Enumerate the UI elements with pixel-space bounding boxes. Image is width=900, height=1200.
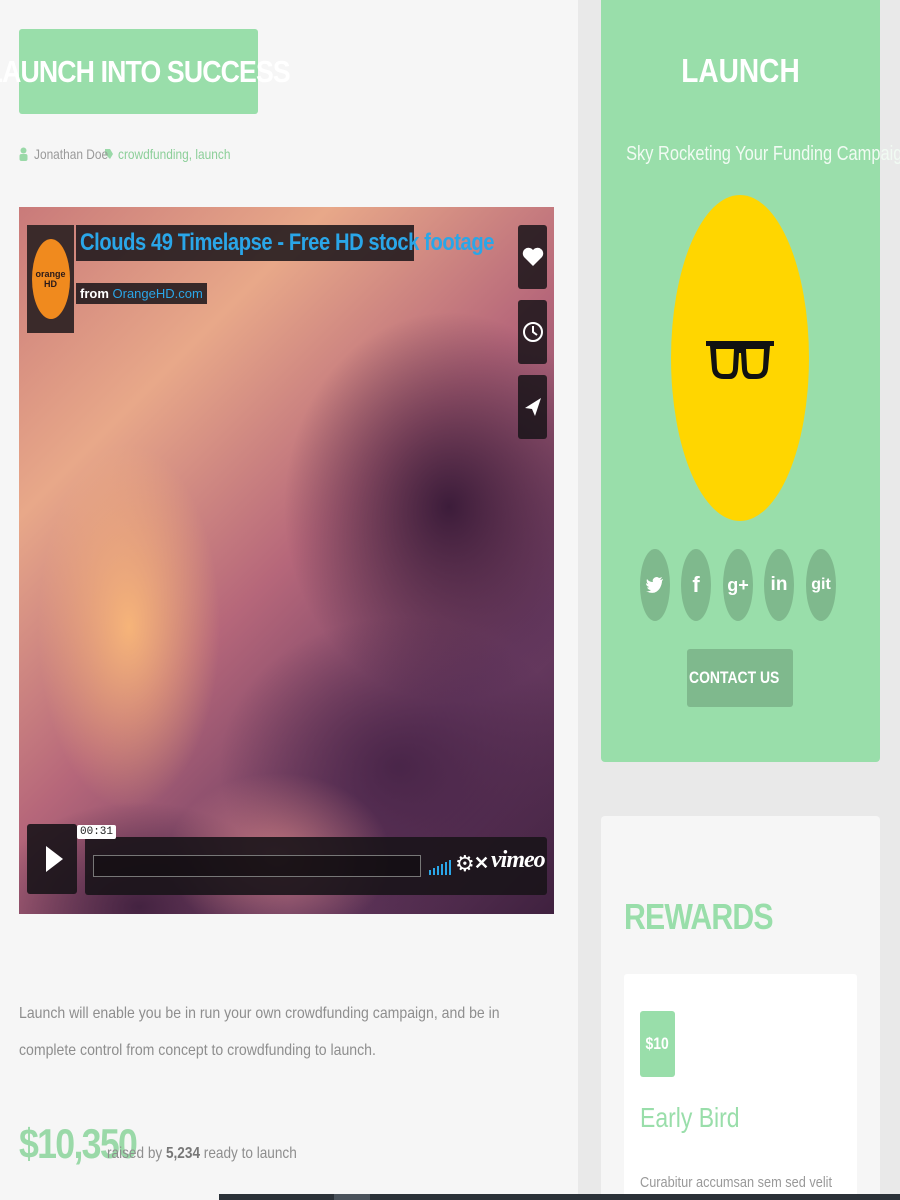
- video-title-box[interactable]: Clouds 49 Timelapse - Free HD stock foot…: [76, 225, 494, 261]
- volume-icon[interactable]: [429, 859, 451, 875]
- watch-later-button[interactable]: [518, 300, 547, 364]
- rewards-heading: REWARDS: [624, 896, 774, 937]
- reward-name[interactable]: Early Bird: [640, 1102, 740, 1134]
- share-button[interactable]: [518, 375, 547, 439]
- post-meta: Jonathan Doe crowdfunding, launch: [19, 143, 250, 165]
- post-title-badge[interactable]: LAUNCH INTO SUCCESS: [0, 29, 291, 114]
- funding-summary: $10,350 raised by 5,234 ready to launch: [19, 1120, 330, 1168]
- twitter-icon: [646, 577, 663, 593]
- raised-amount: $10,350: [19, 1120, 138, 1167]
- reward-description: Curabitur accumsan sem sed velit: [640, 1174, 833, 1191]
- backer-count: 5,234: [165, 1145, 201, 1162]
- ready-label: ready to launch: [203, 1145, 297, 1162]
- clock-icon: [522, 322, 543, 342]
- video-timecode: 00:31: [77, 825, 117, 839]
- fullscreen-icon[interactable]: ✕: [474, 853, 489, 874]
- video-controls: ⚙ ✕ vimeo: [85, 837, 547, 895]
- video-channel-logo[interactable]: orange HD: [27, 225, 74, 333]
- glasses-icon: [706, 341, 774, 379]
- git-icon: git: [811, 576, 831, 593]
- like-button[interactable]: [518, 225, 547, 289]
- video-source-link[interactable]: OrangeHD.com: [113, 286, 203, 301]
- contact-us-label[interactable]: CONTACT US: [689, 668, 779, 688]
- profile-sidebar: LAUNCH Sky Rocketing Your Funding Campai…: [601, 0, 900, 762]
- paper-plane-icon: [524, 398, 541, 416]
- post-title[interactable]: LAUNCH INTO SUCCESS: [0, 54, 291, 90]
- google-plus-button[interactable]: g+: [723, 549, 753, 621]
- raised-by-label: raised by: [107, 1145, 163, 1162]
- sidebar-tagline: Sky Rocketing Your Funding Campaign: [626, 143, 900, 165]
- google-plus-icon: g+: [727, 574, 749, 595]
- main-content: LAUNCH INTO SUCCESS Jonathan Doe crowdfu…: [0, 0, 578, 1200]
- sidebar-heading: LAUNCH: [681, 52, 800, 89]
- orangehd-logo-icon: orange HD: [31, 239, 70, 319]
- settings-gear-icon[interactable]: ⚙: [455, 851, 475, 877]
- video-from-label: from: [80, 286, 109, 301]
- video-title[interactable]: Clouds 49 Timelapse - Free HD stock foot…: [80, 229, 494, 257]
- avatar: [671, 195, 809, 521]
- heart-icon: [522, 247, 543, 266]
- user-icon: [19, 147, 28, 161]
- git-button[interactable]: git: [806, 549, 836, 621]
- contact-us-button[interactable]: CONTACT US: [687, 649, 793, 707]
- post-tags[interactable]: crowdfunding, launch: [118, 146, 230, 162]
- twitter-button[interactable]: [640, 549, 670, 621]
- play-button[interactable]: [27, 824, 77, 894]
- logo-text: orange HD: [35, 269, 66, 289]
- linkedin-button[interactable]: in: [764, 549, 794, 621]
- facebook-button[interactable]: f: [681, 549, 711, 621]
- linkedin-icon: in: [770, 574, 788, 595]
- raised-text: raised by 5,234 ready to launch: [107, 1145, 297, 1163]
- rewards-panel: REWARDS $10 Early Bird Curabitur accumsa…: [601, 816, 880, 1200]
- play-icon: [46, 846, 63, 872]
- video-source: from OrangeHD.com: [76, 283, 207, 304]
- bottom-toolbar: [219, 1194, 900, 1200]
- video-player[interactable]: orange HD Clouds 49 Timelapse - Free HD …: [19, 207, 554, 914]
- post-description: Launch will enable you be in run your ow…: [19, 1005, 500, 1059]
- toolbar-segment[interactable]: [334, 1194, 370, 1200]
- reward-price-badge: $10: [640, 1011, 675, 1077]
- reward-price: $10: [645, 1034, 670, 1053]
- vimeo-logo[interactable]: vimeo: [491, 847, 546, 874]
- facebook-icon: f: [692, 572, 700, 597]
- video-progress-bar[interactable]: [93, 855, 421, 877]
- reward-card[interactable]: $10 Early Bird Curabitur accumsan sem se…: [624, 974, 857, 1200]
- author-name[interactable]: Jonathan Doe: [34, 146, 108, 162]
